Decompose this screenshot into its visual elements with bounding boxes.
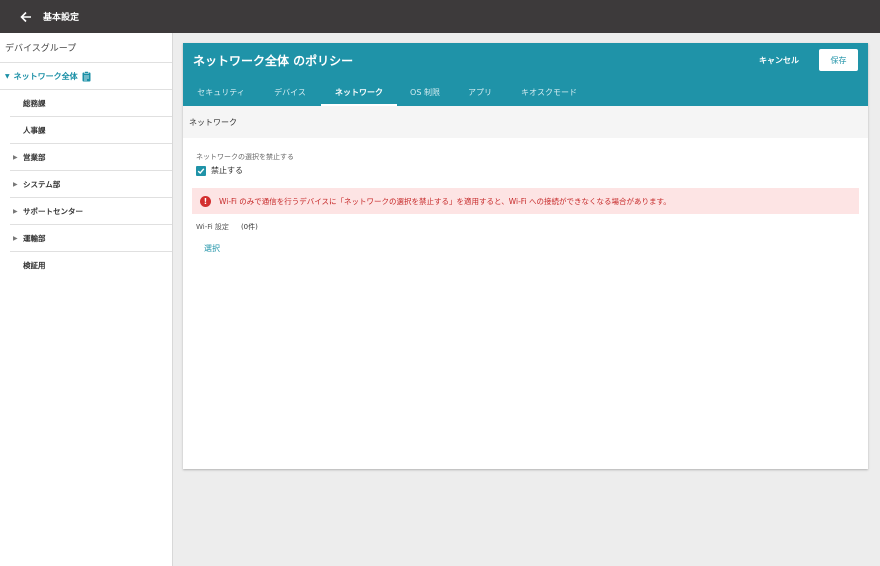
tab-security[interactable]: セキュリティ bbox=[183, 79, 259, 106]
sidebar-item-network-root[interactable]: ▼ ネットワーク全体 bbox=[0, 63, 172, 90]
sidebar-item-somu[interactable]: 総務課 bbox=[10, 90, 172, 117]
sidebar-item-label: 運輸部 bbox=[23, 233, 46, 243]
caret-right-icon[interactable]: ▶ bbox=[10, 235, 23, 242]
select-wifi-link[interactable]: 選択 bbox=[204, 243, 220, 254]
policy-card: ネットワーク全体 のポリシー キャンセル 保存 セキュリティ デバイス ネットワ… bbox=[183, 43, 868, 469]
sidebar-item-jinji[interactable]: 人事課 bbox=[10, 117, 172, 144]
caret-right-icon[interactable]: ▶ bbox=[10, 154, 23, 161]
sidebar-item-label: システム部 bbox=[23, 179, 61, 189]
section-title: ネットワーク bbox=[183, 106, 868, 138]
sidebar-item-unyu[interactable]: ▶ 運輸部 bbox=[10, 225, 172, 252]
sidebar-item-label: 営業部 bbox=[23, 152, 46, 162]
sidebar-item-eigyo[interactable]: ▶ 営業部 bbox=[10, 144, 172, 171]
prohibit-checkbox-label: 禁止する bbox=[211, 166, 243, 175]
device-group-sidebar: デバイスグループ ▼ ネットワーク全体 総務課 人事課 ▶ 営業部 ▶ システム部 … bbox=[0, 33, 173, 566]
wifi-settings-label: Wi-Fi 設定 bbox=[196, 223, 229, 231]
prohibit-checkbox-row[interactable]: 禁止する bbox=[196, 165, 858, 176]
save-button[interactable]: 保存 bbox=[819, 49, 858, 71]
wifi-count: (0件) bbox=[240, 223, 258, 231]
tab-apps[interactable]: アプリ bbox=[453, 79, 507, 106]
alert-circle-icon: ! bbox=[200, 195, 211, 207]
tab-device[interactable]: デバイス bbox=[259, 79, 321, 106]
caret-down-icon[interactable]: ▼ bbox=[5, 73, 10, 80]
wifi-settings-row: Wi-Fi 設定 (0件) bbox=[196, 222, 858, 232]
tab-kiosk-mode[interactable]: キオスクモード bbox=[507, 79, 591, 106]
clipboard-icon bbox=[82, 70, 91, 82]
prohibit-checkbox[interactable] bbox=[196, 165, 206, 176]
sidebar-item-label: 人事課 bbox=[23, 125, 46, 135]
sidebar-item-label: 検証用 bbox=[23, 261, 46, 270]
prohibit-network-label: ネットワークの選択を禁止する bbox=[196, 153, 294, 161]
sidebar-item-label: 総務課 bbox=[23, 98, 46, 108]
caret-right-icon[interactable]: ▶ bbox=[10, 208, 23, 215]
alert-text: Wi-Fi のみで通信を行うデバイスに「ネットワークの選択を禁止する」を適用する… bbox=[219, 196, 671, 206]
sidebar-root-label: ネットワーク全体 bbox=[13, 71, 78, 81]
policy-title: ネットワーク全体 のポリシー bbox=[193, 54, 354, 68]
sidebar-item-kensho[interactable]: 検証用 bbox=[10, 252, 172, 279]
sidebar-header: デバイスグループ bbox=[0, 33, 172, 63]
arrow-left-icon[interactable] bbox=[18, 9, 34, 25]
policy-tabs: セキュリティ デバイス ネットワーク OS 制限 アプリ キオスクモード bbox=[183, 79, 591, 106]
policy-header: ネットワーク全体 のポリシー キャンセル 保存 セキュリティ デバイス ネットワ… bbox=[183, 43, 868, 106]
page-title: 基本設定 bbox=[43, 13, 80, 23]
network-settings: ネットワークの選択を禁止する 禁止する ! Wi-Fi のみで通信を行うデバイス… bbox=[183, 138, 868, 255]
caret-right-icon[interactable]: ▶ bbox=[10, 181, 23, 188]
check-icon bbox=[197, 167, 205, 174]
tab-network[interactable]: ネットワーク bbox=[321, 79, 397, 106]
sidebar-item-support[interactable]: ▶ サポートセンター bbox=[10, 198, 172, 225]
cancel-button[interactable]: キャンセル bbox=[759, 55, 799, 66]
sidebar-item-system[interactable]: ▶ システム部 bbox=[10, 171, 172, 198]
tab-os-restriction[interactable]: OS 制限 bbox=[397, 79, 453, 106]
warning-alert: ! Wi-Fi のみで通信を行うデバイスに「ネットワークの選択を禁止する」を適用… bbox=[192, 188, 859, 214]
sidebar-item-label: サポートセンター bbox=[23, 206, 83, 216]
top-bar: 基本設定 bbox=[0, 0, 880, 33]
